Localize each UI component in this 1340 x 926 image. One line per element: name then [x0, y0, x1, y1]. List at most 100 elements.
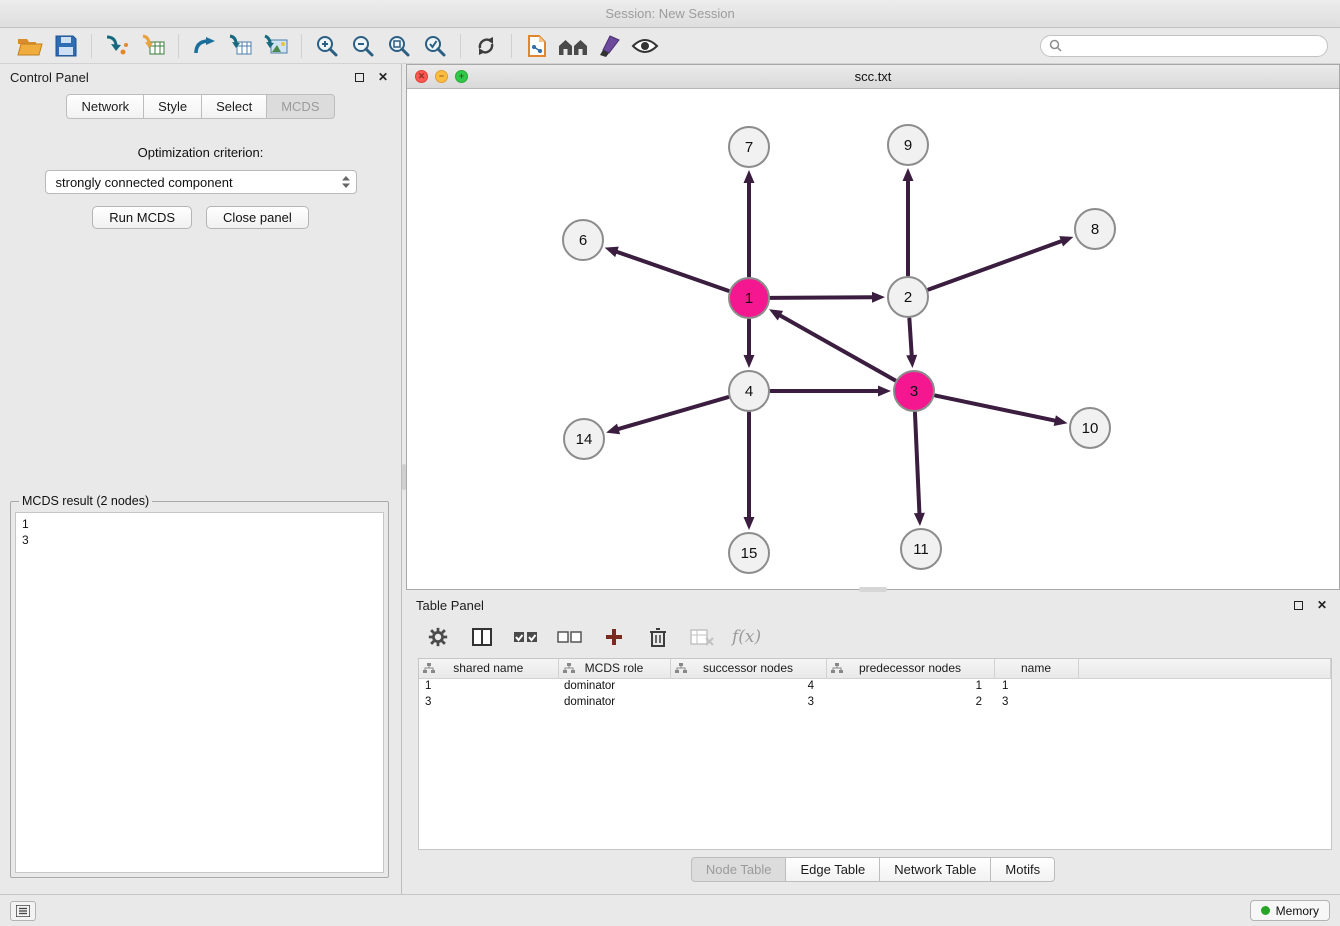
- table-cell[interactable]: dominator: [558, 694, 670, 710]
- load-network-url-button[interactable]: [186, 31, 222, 61]
- import-table-file-button[interactable]: [135, 31, 171, 61]
- column-header-mcds-role[interactable]: MCDS role: [558, 659, 670, 678]
- graph-edge-1-2[interactable]: [771, 297, 872, 298]
- table-cell[interactable]: 4: [670, 678, 826, 694]
- graph-edge-3-11[interactable]: [915, 413, 919, 513]
- mcds-result-list[interactable]: 13: [15, 512, 384, 873]
- eye-button[interactable]: [627, 31, 663, 61]
- optimization-select[interactable]: strongly connected component: [45, 170, 357, 194]
- table-cell[interactable]: 1: [419, 678, 558, 694]
- table-cell[interactable]: 1: [826, 678, 994, 694]
- zoom-selected-button[interactable]: [417, 31, 453, 61]
- tab-edge-table[interactable]: Edge Table: [785, 857, 880, 882]
- zoom-fit-button[interactable]: [381, 31, 417, 61]
- table-cell[interactable]: 3: [419, 694, 558, 710]
- close-table-panel-icon[interactable]: ✕: [1314, 597, 1330, 613]
- column-selector-button[interactable]: [468, 623, 496, 651]
- network-canvas[interactable]: 7 9 6 8 1 2 4 3 14 10 15 11: [407, 89, 1339, 589]
- column-header-predecessor-nodes[interactable]: predecessor nodes: [826, 659, 994, 678]
- mcds-result-item[interactable]: 3: [22, 532, 377, 548]
- graph-node-7[interactable]: 7: [729, 127, 769, 167]
- graph-node-label: 2: [904, 289, 912, 306]
- delete-table-button[interactable]: [688, 623, 716, 651]
- graph-node-6[interactable]: 6: [563, 220, 603, 260]
- column-header-successor-nodes[interactable]: successor nodes: [670, 659, 826, 678]
- tab-style[interactable]: Style: [143, 94, 202, 119]
- delete-column-button[interactable]: [644, 623, 672, 651]
- graph-edge-2-3[interactable]: [909, 319, 911, 355]
- function-builder-button[interactable]: f(x): [732, 627, 761, 647]
- graph-node-8[interactable]: 8: [1075, 209, 1115, 249]
- refresh-button[interactable]: [468, 31, 504, 61]
- graph-edge-arrowhead: [744, 170, 755, 183]
- window-close-button[interactable]: ✕: [415, 70, 428, 83]
- export-image-button[interactable]: [258, 31, 294, 61]
- close-panel-icon[interactable]: ✕: [375, 69, 391, 85]
- graph-edge-arrowhead: [878, 386, 891, 397]
- graph-node-1[interactable]: 1: [729, 278, 769, 318]
- tab-node-table[interactable]: Node Table: [691, 857, 787, 882]
- graph-edge-2-8[interactable]: [929, 241, 1061, 289]
- float-table-panel-icon[interactable]: [1290, 597, 1306, 613]
- graph-node-4[interactable]: 4: [729, 371, 769, 411]
- toolbar-separator: [178, 34, 179, 58]
- table-cell[interactable]: 3: [994, 694, 1078, 710]
- table-row[interactable]: 1dominator411: [419, 678, 1331, 694]
- open-session-button[interactable]: [12, 31, 48, 61]
- main-toolbar: [0, 28, 1340, 64]
- column-header-shared-name[interactable]: shared name: [419, 659, 558, 678]
- table-cell[interactable]: 1: [994, 678, 1078, 694]
- tab-motifs[interactable]: Motifs: [990, 857, 1055, 882]
- graph-node-14[interactable]: 14: [564, 419, 604, 459]
- import-network-file-button[interactable]: [99, 31, 135, 61]
- float-panel-icon[interactable]: [351, 69, 367, 85]
- home-button[interactable]: [555, 31, 591, 61]
- search-input[interactable]: [1067, 39, 1319, 53]
- graph-node-9[interactable]: 9: [888, 125, 928, 165]
- graph-node-label: 15: [741, 545, 758, 562]
- add-column-button[interactable]: [600, 623, 628, 651]
- graph-node-11[interactable]: 11: [901, 529, 941, 569]
- graph-edge-arrowhead: [914, 513, 925, 526]
- node-table-body: 1dominator4113dominator323: [419, 678, 1331, 710]
- table-cell[interactable]: 2: [826, 694, 994, 710]
- zoom-in-button[interactable]: [309, 31, 345, 61]
- mcds-result-item[interactable]: 1: [22, 516, 377, 532]
- import-table-url-icon: [227, 34, 253, 58]
- column-header-name[interactable]: name: [994, 659, 1078, 678]
- import-table-url-button[interactable]: [222, 31, 258, 61]
- window-zoom-button[interactable]: +: [455, 70, 468, 83]
- graph-node-label: 11: [913, 541, 929, 558]
- save-session-button[interactable]: [48, 31, 84, 61]
- tab-network-table[interactable]: Network Table: [879, 857, 991, 882]
- graph-node-10[interactable]: 10: [1070, 408, 1110, 448]
- graph-node-3[interactable]: 3: [894, 371, 934, 411]
- import-table-file-icon: [140, 34, 166, 58]
- deselect-all-button[interactable]: [556, 623, 584, 651]
- tab-select[interactable]: Select: [201, 94, 267, 119]
- graph-edge-1-6[interactable]: [617, 252, 728, 291]
- hierarchy-icon: [423, 663, 435, 674]
- style-button[interactable]: [591, 31, 627, 61]
- memory-button[interactable]: Memory: [1250, 900, 1330, 921]
- run-mcds-button[interactable]: Run MCDS: [92, 206, 192, 229]
- search-box[interactable]: [1040, 35, 1328, 57]
- tab-mcds[interactable]: MCDS: [266, 94, 334, 119]
- table-row[interactable]: 3dominator323: [419, 694, 1331, 710]
- graph-node-15[interactable]: 15: [729, 533, 769, 573]
- first-neighbors-button[interactable]: [519, 31, 555, 61]
- graph-edge-3-10[interactable]: [936, 396, 1055, 421]
- graph-node-2[interactable]: 2: [888, 277, 928, 317]
- close-panel-button[interactable]: Close panel: [206, 206, 309, 229]
- zoom-out-button[interactable]: [345, 31, 381, 61]
- table-settings-button[interactable]: [424, 623, 452, 651]
- window-title: Session: New Session: [605, 6, 734, 21]
- table-cell[interactable]: dominator: [558, 678, 670, 694]
- panel-menu-button[interactable]: [10, 901, 36, 921]
- tab-network[interactable]: Network: [66, 94, 144, 119]
- graph-edge-4-14[interactable]: [619, 397, 728, 429]
- window-minimize-button[interactable]: −: [435, 70, 448, 83]
- table-cell[interactable]: 3: [670, 694, 826, 710]
- graph-edge-3-1[interactable]: [780, 316, 894, 381]
- select-all-button[interactable]: [512, 623, 540, 651]
